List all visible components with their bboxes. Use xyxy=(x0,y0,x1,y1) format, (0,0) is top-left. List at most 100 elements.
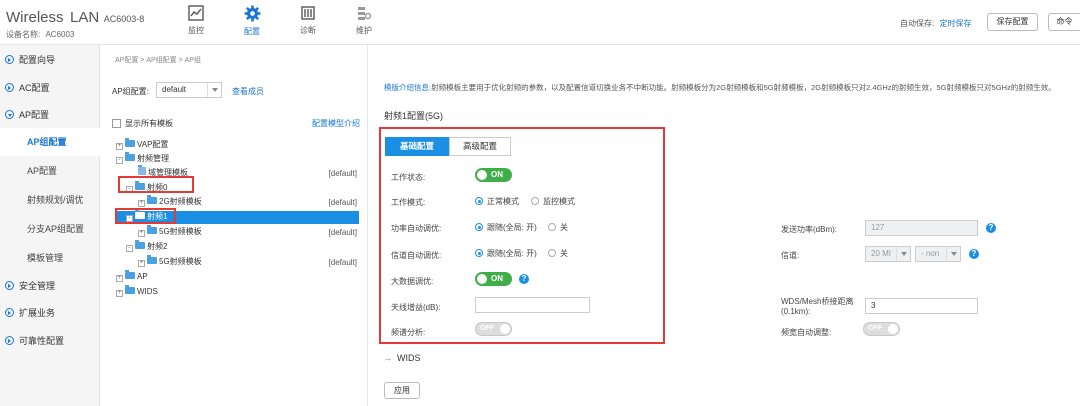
nav-config[interactable]: 配置 xyxy=(232,2,272,42)
nav-monitor[interactable]: 监控 xyxy=(176,2,216,42)
toggle-off-text: OFF xyxy=(868,325,882,332)
antenna-gain-input[interactable] xyxy=(475,297,590,313)
folder-icon xyxy=(125,152,135,161)
view-members-link[interactable]: 查看成员 xyxy=(232,86,264,97)
expand-icon[interactable]: + xyxy=(138,200,145,207)
sidebar-sub-template-management[interactable]: 模板管理 xyxy=(0,244,100,272)
save-config-button[interactable]: 保存配置 xyxy=(987,13,1038,31)
help-icon[interactable]: ? xyxy=(969,249,979,259)
work-status-label: 工作状态: xyxy=(391,173,426,182)
device-name-line: 设备名称: AC6003 xyxy=(6,29,74,40)
work-status-toggle[interactable]: ON xyxy=(475,168,512,182)
bigdata-toggle[interactable]: ON xyxy=(475,272,512,286)
sidebar-item-label: 配置向导 xyxy=(19,55,56,65)
monitor-chart-icon xyxy=(188,5,204,21)
sidebar-sub-ap-group-config[interactable]: AP组配置 xyxy=(0,128,100,156)
nav-maintenance[interactable]: 维护 xyxy=(344,2,384,42)
mode-normal-radio[interactable] xyxy=(475,197,483,205)
channel-bandwidth-select[interactable]: 20 MI xyxy=(865,246,911,262)
tab-basic-config[interactable]: 基础配置 xyxy=(385,137,449,156)
nav-config-label: 配置 xyxy=(244,27,260,36)
sidebar-sub-radio-planning[interactable]: 射频规划/调优 xyxy=(0,186,100,214)
spectrum-analysis-toggle[interactable]: OFF xyxy=(475,322,512,336)
expand-icon[interactable]: + xyxy=(138,260,145,267)
power-off-radio[interactable] xyxy=(548,223,556,231)
chevron-right-icon xyxy=(5,55,14,64)
work-mode-label: 工作模式: xyxy=(391,198,426,207)
command-button[interactable]: 命令 xyxy=(1048,13,1080,31)
tree-node-label: 5G射频模板 xyxy=(159,257,202,266)
device-name-value: AC6003 xyxy=(45,30,75,39)
toggle-on-text: ON xyxy=(491,274,503,283)
sidebar-item-reliability[interactable]: 可靠性配置 xyxy=(0,328,100,354)
tree-node-radio-mgmt[interactable]: - 射频管理 xyxy=(116,152,169,165)
chevron-right-icon xyxy=(5,336,14,345)
maintenance-icon xyxy=(358,7,372,20)
help-icon[interactable]: ? xyxy=(519,274,529,284)
brand: Wireless LAN AC6003-8 xyxy=(6,9,144,26)
tree-node-wids[interactable]: + WIDS xyxy=(116,285,158,298)
chevron-down-icon xyxy=(896,247,910,261)
expand-icon[interactable]: + xyxy=(116,275,123,282)
tree-node-5g-template-radio1[interactable]: +5G射频模板 xyxy=(138,225,202,238)
collapse-icon[interactable]: - xyxy=(116,157,123,164)
sidebar-item-label: AC配置 xyxy=(19,83,50,93)
nav-diagnose[interactable]: 诊断 xyxy=(288,2,328,42)
toggle-on-text: ON xyxy=(491,170,503,179)
sidebar-item-ap-config[interactable]: AP配置 xyxy=(0,102,100,128)
autosave: 自动保存: 定时保存 xyxy=(900,18,971,29)
apply-button[interactable]: 应用 xyxy=(384,382,420,399)
config-model-intro-link[interactable]: 配置模型介绍 xyxy=(312,118,360,129)
expand-icon[interactable]: + xyxy=(116,290,123,297)
help-icon[interactable]: ? xyxy=(986,223,996,233)
channel-number-select[interactable]: - non xyxy=(915,246,961,262)
power-follow-radio[interactable] xyxy=(475,223,483,231)
tree-node-radio2[interactable]: - 射频2 xyxy=(126,240,167,253)
ap-group-select[interactable]: default xyxy=(156,82,222,98)
tree-node-5g-template-radio2[interactable]: +5G射频模板 xyxy=(138,255,202,268)
brand-lan: LAN xyxy=(70,9,100,26)
bandwidth-auto-toggle[interactable]: OFF xyxy=(863,322,900,336)
template-info: 模版介绍信息:射频模板主要用于优化射频的参数，以及配置信道切换业务不中断功能。射… xyxy=(384,82,1056,93)
sidebar-sub-branch-ap-group[interactable]: 分支AP组配置 xyxy=(0,215,100,243)
folder-icon xyxy=(147,225,157,234)
chevron-down-icon xyxy=(5,110,14,119)
collapse-icon[interactable]: - xyxy=(126,245,133,252)
sidebar-sub-ap-config[interactable]: AP配置 xyxy=(0,157,100,185)
toggle-off-text: OFF xyxy=(480,325,494,332)
expand-icon[interactable]: + xyxy=(138,230,145,237)
wids-section[interactable]: → WIDS xyxy=(383,353,421,363)
wids-label: WIDS xyxy=(397,353,421,363)
tree-node-vap[interactable]: + VAP配置 xyxy=(116,138,168,151)
ap-group-tree-panel: AP配置 > AP组配置 > AP组 AP组配置: default 查看成员 显… xyxy=(101,45,368,406)
breadcrumb: AP配置 > AP组配置 > AP组 xyxy=(115,57,201,64)
tree-node-label: AP xyxy=(137,272,148,281)
chevron-right-icon xyxy=(5,281,14,290)
wds-distance-input[interactable]: 3 xyxy=(865,298,978,314)
sidebar-item-ac-config[interactable]: AC配置 xyxy=(0,75,100,101)
ap-group-select-value: default xyxy=(162,85,187,94)
folder-icon xyxy=(135,240,145,249)
nav-maintenance-label: 维护 xyxy=(356,26,372,35)
wds-distance-label: WDS/Mesh桥接距离(0.1km): xyxy=(781,297,854,316)
chevron-right-icon xyxy=(5,308,14,317)
expand-icon[interactable]: + xyxy=(116,143,123,150)
channel-off-radio[interactable] xyxy=(548,249,556,257)
show-all-templates-checkbox[interactable] xyxy=(112,119,121,128)
autosave-link[interactable]: 定时保存 xyxy=(939,19,971,28)
folder-icon xyxy=(125,285,135,294)
mode-monitor-radio[interactable] xyxy=(531,197,539,205)
tree-node-ap[interactable]: + AP xyxy=(116,270,148,283)
channel-off-label: 关 xyxy=(560,249,568,258)
tab-advanced-config[interactable]: 高级配置 xyxy=(449,137,511,156)
mode-normal-label: 正常模式 xyxy=(487,197,519,206)
tree-node-2g-template[interactable]: +2G射频模板 xyxy=(138,195,202,208)
channel-follow-radio[interactable] xyxy=(475,249,483,257)
sidebar-item-wizard[interactable]: 配置向导 xyxy=(0,47,100,73)
tx-power-input[interactable]: 127 xyxy=(865,220,978,236)
show-all-templates-label: 显示所有模板 xyxy=(125,119,173,128)
main-content: 模版介绍信息:射频模板主要用于优化射频的参数，以及配置信道切换业务不中断功能。射… xyxy=(369,45,1080,406)
chevron-right-icon xyxy=(5,83,14,92)
sidebar-item-security[interactable]: 安全管理 xyxy=(0,273,100,299)
sidebar-item-extended[interactable]: 扩展业务 xyxy=(0,300,100,326)
